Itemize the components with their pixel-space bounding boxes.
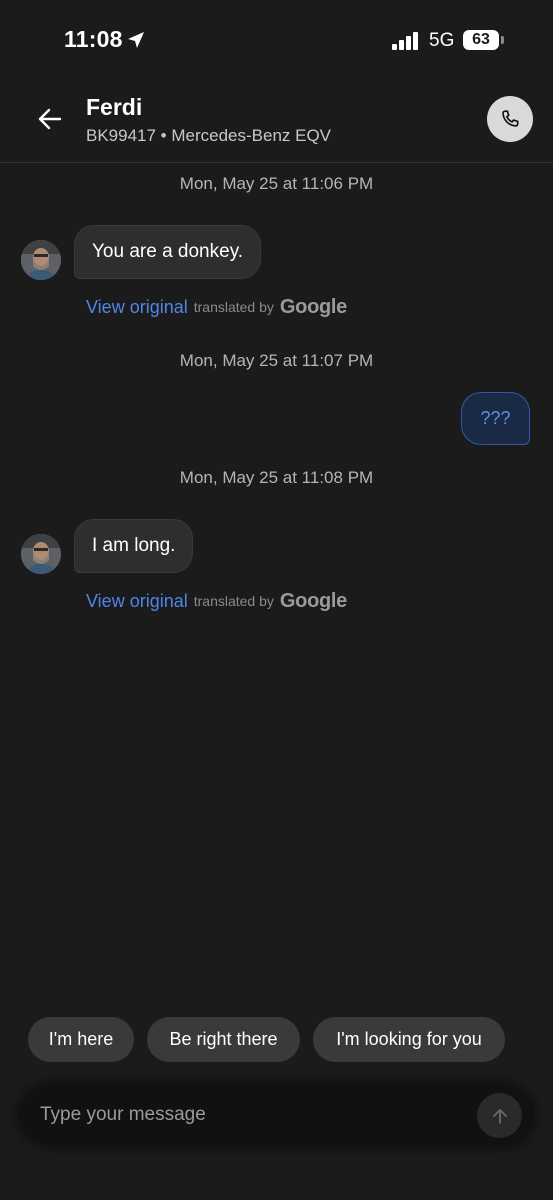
contact-subtitle: BK99417 • Mercedes-Benz EQV [86, 126, 332, 145]
battery-icon: 63 [463, 30, 499, 50]
arrow-up-icon [492, 1108, 507, 1124]
battery-level: 63 [472, 31, 490, 48]
message-timestamp: Mon, May 25 at 11:08 PM [179, 468, 374, 487]
status-bar: 11:08 5G 63 [0, 0, 553, 80]
back-arrow-icon[interactable] [34, 105, 66, 133]
avatar [21, 240, 61, 280]
chat-header: Ferdi BK99417 • Mercedes-Benz EQV [0, 80, 553, 163]
translated-by-label: translated by [193, 299, 274, 315]
call-button[interactable] [487, 96, 533, 142]
message-input[interactable] [40, 1085, 470, 1145]
incoming-message-bubble[interactable]: I am long. [74, 519, 194, 573]
message-timestamp: Mon, May 25 at 11:07 PM [179, 351, 374, 370]
status-time: 11:08 [64, 26, 123, 52]
outgoing-message-bubble[interactable]: ??? [461, 392, 530, 445]
google-logo: Google [279, 295, 347, 318]
incoming-message-bubble[interactable]: You are a donkey. [74, 225, 262, 279]
google-logo: Google [279, 589, 347, 612]
translation-info: View original translated by Google [86, 295, 347, 319]
quick-reply-be-right-there[interactable]: Be right there [147, 1017, 300, 1062]
battery-cap [501, 36, 504, 44]
message-composer [20, 1085, 533, 1145]
network-label: 5G [429, 30, 455, 51]
signal-bars-icon [392, 32, 418, 50]
quick-reply-im-here[interactable]: I'm here [28, 1017, 134, 1062]
chat-screen: 11:08 5G 63 Ferdi BK99417 • Mercedes-Ben… [0, 0, 553, 1200]
avatar-image [21, 240, 61, 280]
avatar [21, 534, 61, 574]
translation-info: View original translated by Google [86, 589, 347, 613]
view-original-link[interactable]: View original [86, 591, 188, 612]
translated-by-label: translated by [193, 593, 274, 609]
quick-reply-looking-for-you[interactable]: I'm looking for you [313, 1017, 505, 1062]
message-timestamp: Mon, May 25 at 11:06 PM [179, 174, 374, 193]
contact-name: Ferdi [86, 94, 143, 120]
avatar-image [21, 534, 61, 574]
phone-icon [502, 110, 519, 127]
send-button[interactable] [477, 1093, 522, 1138]
location-arrow-icon [128, 32, 144, 48]
view-original-link[interactable]: View original [86, 297, 188, 318]
